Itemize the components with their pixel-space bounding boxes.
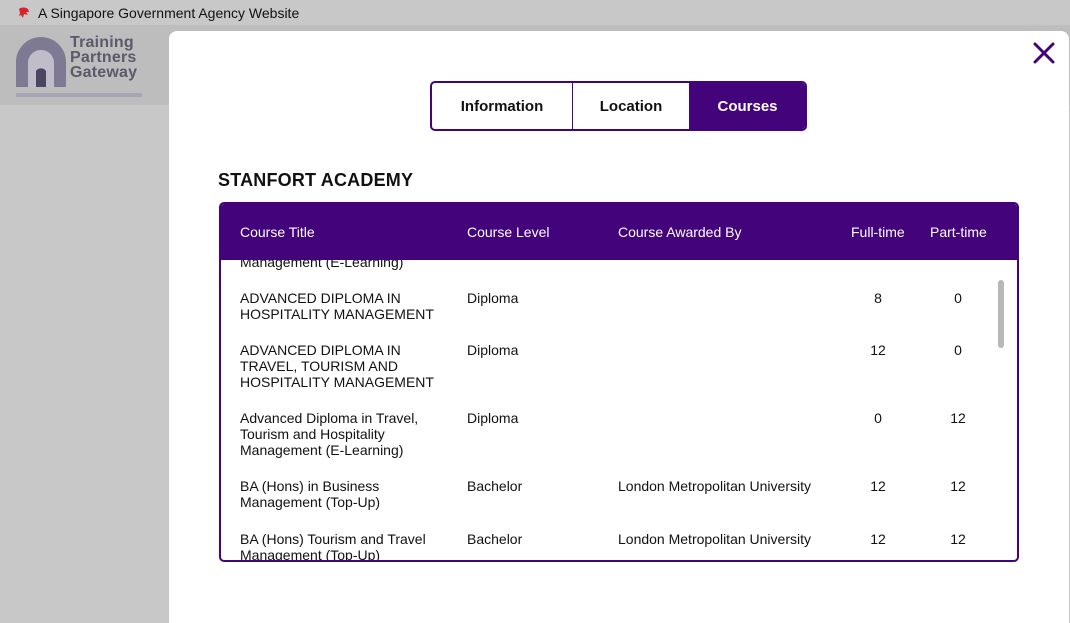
tab-information[interactable]: Information bbox=[432, 83, 572, 129]
table-body[interactable]: Management (E-Learning) ADVANCED DIPLOMA… bbox=[221, 260, 1017, 560]
course-part-time: 0 bbox=[954, 342, 962, 358]
training-provider-modal: Information Location Courses STANFORT AC… bbox=[169, 31, 1069, 623]
course-full-time: 12 bbox=[870, 531, 886, 547]
academy-title: STANFORT ACADEMY bbox=[218, 170, 414, 190]
course-level: Diploma bbox=[467, 410, 519, 426]
logo-arch-icon bbox=[16, 37, 66, 87]
header-course-title: Course Title bbox=[240, 224, 315, 240]
header-part-time: Part-time bbox=[930, 224, 987, 240]
course-title: Management (E-Learning) bbox=[240, 260, 404, 270]
gov-banner: A Singapore Government Agency Website bbox=[0, 0, 1070, 25]
course-part-time: 12 bbox=[950, 478, 966, 494]
course-part-time: 0 bbox=[954, 290, 962, 306]
course-full-time: 12 bbox=[870, 478, 886, 494]
course-part-time: 12 bbox=[950, 410, 966, 426]
table-header: Course Title Course Level Course Awarded… bbox=[221, 204, 1017, 260]
course-level: Diploma bbox=[467, 290, 519, 306]
table-scrollbar[interactable] bbox=[998, 280, 1004, 348]
course-title: ADVANCED DIPLOMA IN HOSPITALITY MANAGEME… bbox=[240, 290, 434, 322]
course-title: BA (Hons) Tourism and Travel Management … bbox=[240, 531, 426, 560]
course-level: Bachelor bbox=[467, 531, 523, 547]
course-awarded-by: London Metropolitan University bbox=[618, 478, 811, 494]
course-title: ADVANCED DIPLOMA IN TRAVEL, TOURISM AND … bbox=[240, 342, 434, 390]
header-full-time: Full-time bbox=[851, 224, 905, 240]
courses-table: Course Title Course Level Course Awarded… bbox=[219, 202, 1019, 562]
logo-text: Training Partners Gateway bbox=[70, 34, 138, 81]
close-icon[interactable] bbox=[1031, 40, 1057, 66]
logo[interactable]: Training Partners Gateway bbox=[16, 34, 146, 97]
course-level: Diploma bbox=[467, 342, 519, 358]
course-full-time: 8 bbox=[874, 290, 882, 306]
gov-banner-text: A Singapore Government Agency Website bbox=[38, 4, 300, 21]
course-awarded-by: London Metropolitan University bbox=[618, 531, 811, 547]
tab-courses[interactable]: Courses bbox=[690, 83, 805, 129]
course-full-time: 0 bbox=[874, 410, 882, 426]
tab-location[interactable]: Location bbox=[572, 83, 690, 129]
header-course-level: Course Level bbox=[467, 224, 550, 240]
course-title: Advanced Diploma in Travel, Tourism and … bbox=[240, 410, 419, 458]
modal-tabs: Information Location Courses bbox=[430, 81, 807, 131]
course-full-time: 12 bbox=[870, 342, 886, 358]
course-part-time: 12 bbox=[950, 531, 966, 547]
lion-head-icon bbox=[19, 7, 29, 18]
header-awarded-by: Course Awarded By bbox=[618, 224, 742, 240]
logo-underline bbox=[16, 93, 142, 97]
course-level: Bachelor bbox=[467, 478, 523, 494]
course-title: BA (Hons) in Business Management (Top-Up… bbox=[240, 478, 381, 510]
